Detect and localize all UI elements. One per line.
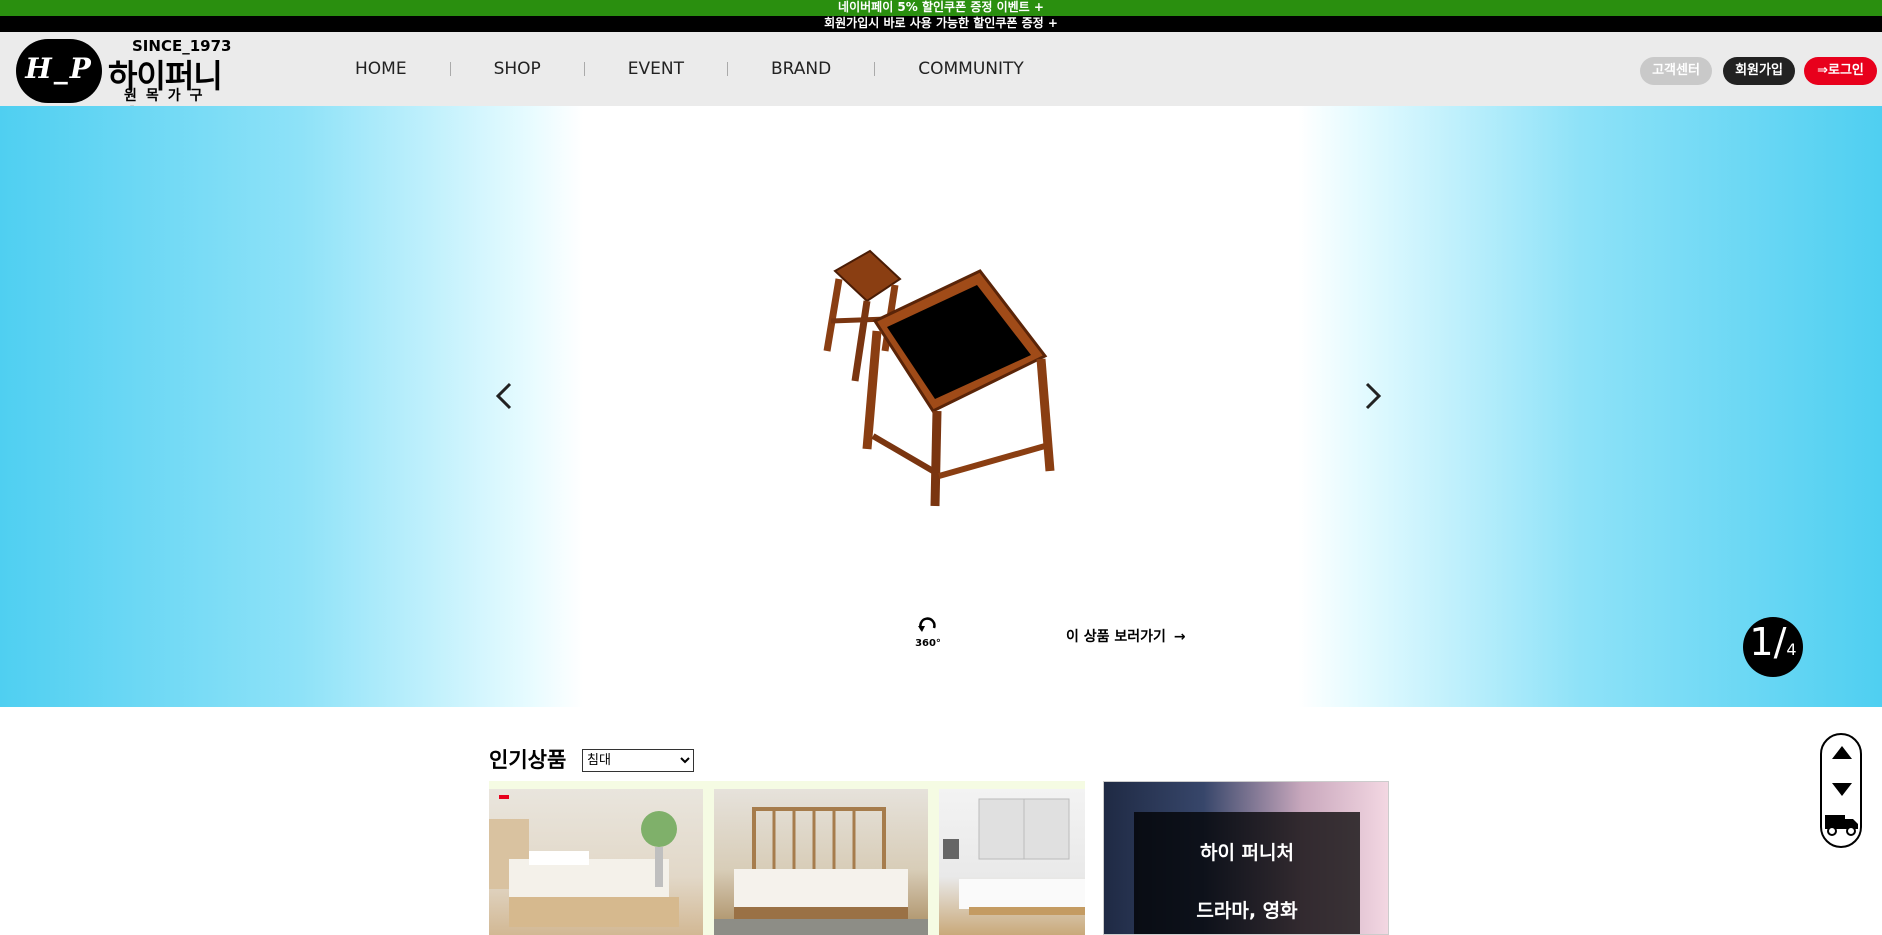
- customer-center-button[interactable]: 고객센터: [1640, 57, 1712, 85]
- nav-divider: [874, 62, 876, 76]
- go-to-product-link[interactable]: 이 상품 보러가기 →: [1066, 626, 1186, 646]
- slide-counter: 1/4: [1743, 617, 1803, 677]
- media-banner[interactable]: 하이 퍼니처 드라마, 영화: [1103, 781, 1389, 935]
- scroll-top-button[interactable]: [1830, 741, 1854, 765]
- triangle-up-icon: [1832, 746, 1852, 759]
- truck-icon: [1825, 815, 1858, 836]
- media-banner-title: 하이 퍼니처: [1199, 842, 1294, 864]
- arrow-right-icon: →: [1173, 629, 1186, 645]
- product-image-bed-wood: [714, 807, 928, 935]
- product-card[interactable]: [939, 789, 1085, 935]
- popular-products-carousel: [489, 781, 1085, 935]
- nav-home[interactable]: HOME: [330, 59, 432, 79]
- delivery-button[interactable]: [1825, 813, 1859, 837]
- category-select[interactable]: 침대: [582, 749, 694, 772]
- nav-divider: [449, 62, 451, 76]
- hero-slider: 360° 이 상품 보러가기 → 1/4: [0, 106, 1882, 707]
- logo[interactable]: H_P SINCE_1973 하이퍼니처 원목가구: [16, 37, 246, 141]
- nav-community[interactable]: COMMUNITY: [893, 59, 1049, 79]
- popular-products-title: 인기상품: [489, 748, 567, 772]
- slide-current: 1: [1749, 620, 1774, 664]
- nav-brand[interactable]: BRAND: [746, 59, 856, 79]
- product-image-bed-storage: [489, 795, 679, 927]
- nav-divider: [727, 62, 729, 76]
- rotate-icon: [918, 617, 936, 632]
- media-banner-subtitle: 드라마, 영화: [1196, 900, 1298, 922]
- nav-event[interactable]: EVENT: [603, 59, 709, 79]
- slider-next-button[interactable]: [1357, 376, 1387, 416]
- rotate-360-button[interactable]: 360°: [912, 616, 944, 652]
- announcement-naverpay[interactable]: 네이버페이 5% 할인쿠폰 증정 이벤트 +: [0, 0, 1882, 16]
- chevron-right-icon: [1365, 382, 1382, 410]
- logo-mark: H_P: [16, 39, 102, 103]
- product-3d-image[interactable]: [815, 241, 1055, 511]
- main-nav: HOME SHOP EVENT BRAND COMMUNITY: [330, 32, 1049, 106]
- nav-shop[interactable]: SHOP: [469, 59, 566, 79]
- slide-separator: /: [1773, 620, 1787, 664]
- triangle-down-icon: [1832, 783, 1852, 796]
- slider-prev-button[interactable]: [490, 376, 520, 416]
- product-card[interactable]: [714, 789, 928, 935]
- nav-divider: [583, 62, 585, 76]
- slide-total: 4: [1786, 640, 1797, 659]
- go-to-product-label: 이 상품 보러가기: [1066, 629, 1166, 645]
- announcement-signup-coupon[interactable]: 회원가입시 바로 사용 가능한 할인쿠폰 증정 +: [0, 16, 1882, 32]
- chevron-left-icon: [495, 382, 512, 410]
- site-header: H_P SINCE_1973 하이퍼니처 원목가구 HOME SHOP EVEN…: [0, 32, 1882, 141]
- logo-subtitle: 원목가구: [124, 88, 212, 104]
- product-image-bed-low: [943, 798, 1085, 915]
- quick-menu: [1820, 733, 1862, 848]
- scroll-bottom-button[interactable]: [1830, 777, 1854, 801]
- product-card[interactable]: [489, 789, 703, 935]
- login-button[interactable]: ⇒로그인: [1804, 57, 1877, 85]
- rotate-360-label: 360°: [915, 638, 941, 649]
- join-button[interactable]: 회원가입: [1723, 57, 1795, 85]
